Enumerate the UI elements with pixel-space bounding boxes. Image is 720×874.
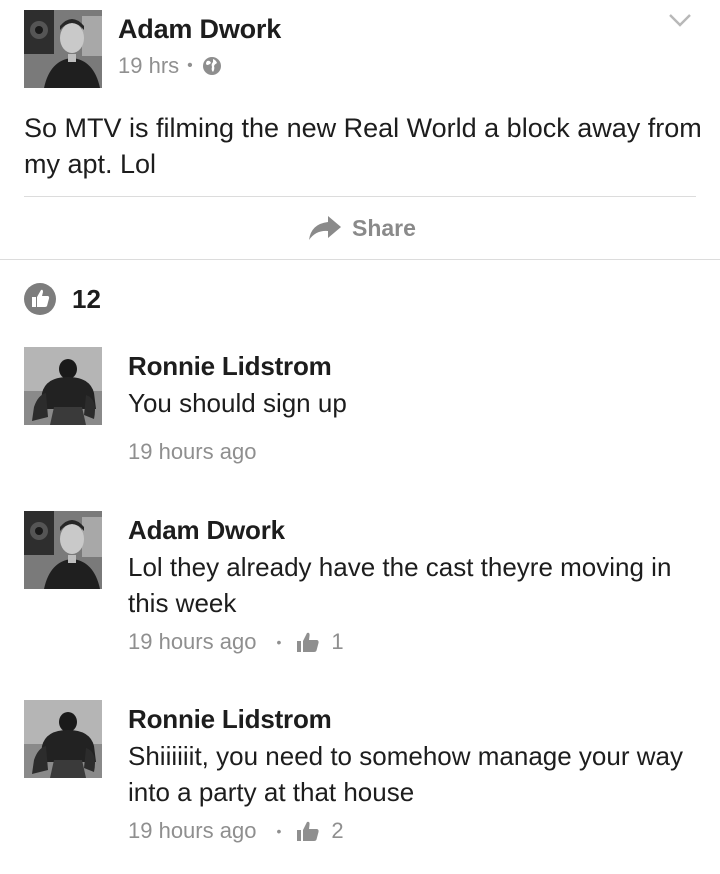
comment-timestamp[interactable]: 19 hours ago (128, 629, 256, 655)
comment-like-count[interactable]: 2 (331, 818, 343, 844)
globe-icon (202, 57, 221, 75)
avatar-photo-adam (24, 511, 102, 589)
post-author-avatar[interactable] (24, 10, 102, 88)
comment-author-name[interactable]: Ronnie Lidstrom (128, 351, 332, 382)
comment-author-name[interactable]: Ronnie Lidstrom (128, 704, 332, 735)
meta-separator: • (276, 823, 282, 839)
post-card: Adam Dwork 19 hrs • So MTV is filming th… (0, 0, 720, 260)
post-author-name[interactable]: Adam Dwork (118, 14, 281, 45)
comment-like-count[interactable]: 1 (331, 629, 343, 655)
like-count: 12 (72, 283, 101, 314)
comment-text: You should sign up (128, 388, 347, 418)
comment-item: Adam Dwork Lol they already have the cas… (0, 511, 720, 671)
avatar-photo-adam (24, 10, 102, 88)
post-likes-summary[interactable]: 12 (24, 283, 101, 315)
comment-meta: 19 hours ago • 2 (128, 818, 344, 844)
like-thumb-icon (24, 283, 56, 315)
avatar-photo-ronnie (24, 347, 102, 425)
comment-meta: 19 hours ago (128, 439, 256, 465)
comment-author-avatar[interactable] (24, 511, 102, 589)
avatar-photo-ronnie (24, 700, 102, 778)
post-divider (24, 196, 696, 197)
comment-timestamp[interactable]: 19 hours ago (128, 439, 256, 465)
comment-text: Lol they already have the cast theyre mo… (128, 552, 672, 618)
post-timestamp[interactable]: 19 hrs (118, 53, 179, 79)
comment-author-avatar[interactable] (24, 347, 102, 425)
share-button[interactable]: Share (308, 210, 416, 246)
section-divider (0, 259, 720, 260)
post-meta: 19 hrs • (118, 53, 222, 79)
meta-separator: • (187, 57, 193, 74)
share-label: Share (352, 214, 416, 241)
like-thumb-icon (297, 821, 319, 841)
comment-author-avatar[interactable] (24, 700, 102, 778)
post-body-text: So MTV is filming the new Real World a b… (24, 113, 702, 179)
comment-meta: 19 hours ago • 1 (128, 629, 344, 655)
share-arrow-icon (309, 216, 341, 240)
comment-timestamp[interactable]: 19 hours ago (128, 818, 256, 844)
comment-text: Shiiiiiit, you need to somehow manage yo… (128, 741, 683, 807)
chevron-down-icon[interactable] (668, 12, 692, 28)
meta-separator: • (276, 634, 282, 650)
comment-item: Ronnie Lidstrom Shiiiiiit, you need to s… (0, 700, 720, 860)
like-thumb-icon (297, 632, 319, 652)
comment-item: Ronnie Lidstrom You should sign up 19 ho… (0, 347, 720, 467)
comment-author-name[interactable]: Adam Dwork (128, 515, 285, 546)
